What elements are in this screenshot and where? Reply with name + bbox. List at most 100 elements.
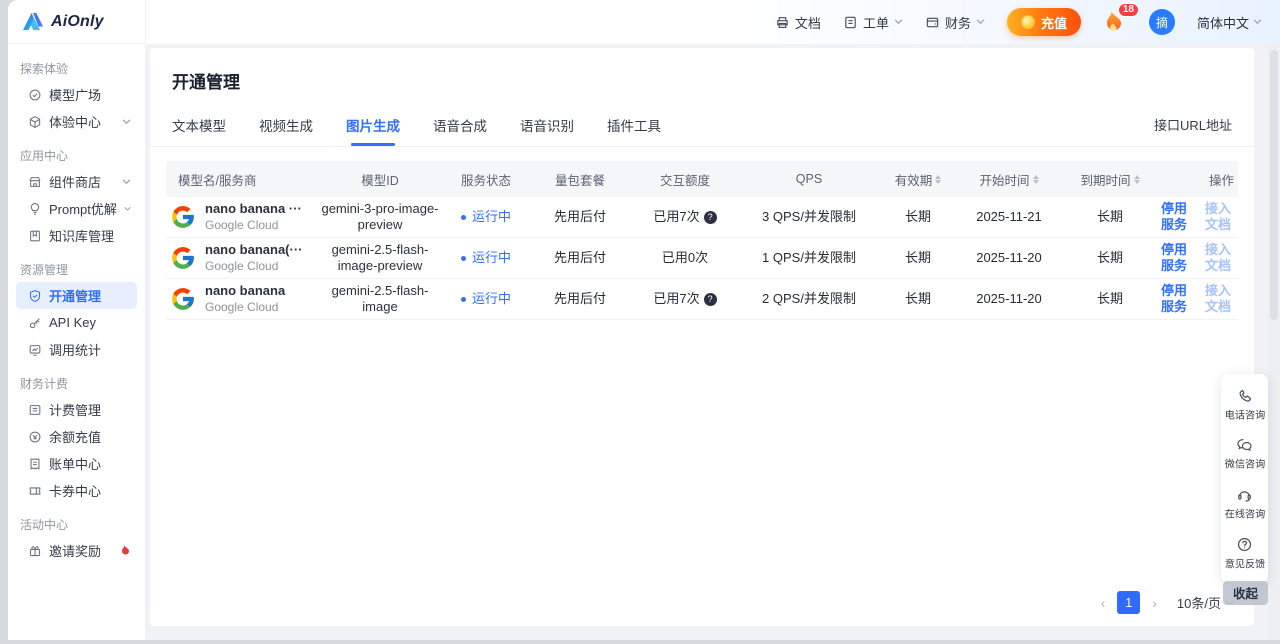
sidebar-item-experience-center[interactable]: 体验中心 xyxy=(16,108,137,135)
online-support-button[interactable]: 在线咨询 xyxy=(1221,479,1268,529)
table-header-row: 模型名/服务商 模型ID 服务状态 量包套餐 交互额度 QPS 有效期 开始时间… xyxy=(166,161,1238,197)
google-logo xyxy=(172,206,194,228)
tab-speech-recognition[interactable]: 语音识别 xyxy=(520,109,574,146)
nav-docs[interactable]: 文档 xyxy=(775,13,821,32)
model-provider: Google Cloud xyxy=(205,299,279,314)
quota-cell: 已用7次? xyxy=(632,209,738,225)
sort-icon[interactable] xyxy=(935,174,942,184)
stop-service-link[interactable]: 停用服务 xyxy=(1158,283,1190,316)
page-title: 开通管理 xyxy=(172,73,240,92)
access-doc-link[interactable]: 接入文档 xyxy=(1202,242,1234,275)
sidebar-item-activation-management[interactable]: 开通管理 xyxy=(16,282,137,309)
top-nav: 文档 工单 财务 充值 18 摘 简体中文 xyxy=(146,0,1280,44)
feedback-question-icon xyxy=(1237,537,1252,552)
wechat-support-button[interactable]: 微信咨询 xyxy=(1221,430,1268,479)
tab-text-model[interactable]: 文本模型 xyxy=(172,109,226,146)
tab-image-generation[interactable]: 图片生成 xyxy=(346,109,400,146)
model-id: gemini-2.5-flash-image xyxy=(331,282,429,314)
google-logo xyxy=(172,288,194,310)
plan-cell: 先用后付 xyxy=(553,208,606,224)
sidebar-section-activity: 活动中心 邀请奖励 xyxy=(16,510,137,564)
scrollbar-thumb[interactable] xyxy=(1270,50,1278,320)
model-provider: Google Cloud xyxy=(205,258,279,273)
status-dot xyxy=(460,296,466,302)
scrollbar[interactable] xyxy=(1268,44,1280,640)
sidebar-item-usage-stats[interactable]: 调用统计 xyxy=(16,336,137,363)
prev-page-button[interactable]: ‹ xyxy=(1099,595,1108,611)
coin-icon xyxy=(1020,15,1035,29)
content-card: 开通管理 文本模型 视频生成 图片生成 语音合成 语音识别 插件工具 接口URL… xyxy=(150,48,1254,626)
sidebar-section-billing: 财务计费 计费管理 余额充值 账单中心 卡券中心 xyxy=(16,369,137,504)
sidebar-item-model-plaza[interactable]: 模型广场 xyxy=(16,81,137,108)
tab-video-generation[interactable]: 视频生成 xyxy=(259,109,313,146)
tab-bar: 文本模型 视频生成 图片生成 语音合成 语音识别 插件工具 接口URL地址 xyxy=(150,109,1254,147)
chevron-down-icon xyxy=(124,206,131,211)
stats-icon xyxy=(29,344,41,356)
sidebar-item-component-store[interactable]: 组件商店 xyxy=(16,168,137,195)
key-icon xyxy=(29,317,40,328)
collapse-widget-button[interactable]: 收起 xyxy=(1222,581,1268,605)
support-widget: 电话咨询 微信咨询 在线咨询 意见反馈 xyxy=(1221,374,1268,583)
hot-flame-icon xyxy=(121,545,130,555)
sidebar-item-knowledge-base[interactable]: 知识库管理 xyxy=(16,222,137,249)
balance-recharge-icon xyxy=(29,431,41,442)
status-dot xyxy=(460,214,466,220)
app-window: AiOnly 文档 工单 财务 充值 18 摘 简体中文 探索体验 模型广场 体… xyxy=(8,0,1280,640)
tab-speech-synthesis[interactable]: 语音合成 xyxy=(433,109,487,146)
chevron-down-icon xyxy=(976,19,985,25)
language-selector[interactable]: 简体中文 xyxy=(1197,13,1262,32)
bulb-icon xyxy=(30,202,40,215)
header-validity[interactable]: 有效期 xyxy=(880,170,956,189)
validity-cell: 长期 xyxy=(904,290,931,306)
current-page-button[interactable]: 1 xyxy=(1117,591,1141,614)
activity-fire[interactable]: 18 xyxy=(1103,3,1139,35)
sidebar-item-prompt[interactable]: Prompt优解 xyxy=(16,195,137,222)
brand-logo[interactable]: AiOnly xyxy=(8,0,146,44)
plan-cell: 先用后付 xyxy=(553,290,606,306)
qps-cell: 1 QPS/并发限制 xyxy=(762,249,856,265)
model-provider: Google Cloud xyxy=(205,217,279,232)
sidebar-item-bill-center[interactable]: 账单中心 xyxy=(16,450,137,477)
main-layout: 探索体验 模型广场 体验中心 应用中心 组件商店 Prompt优解 知识库管理 … xyxy=(8,44,1280,640)
sidebar-item-api-key[interactable]: API Key xyxy=(16,309,137,336)
document-icon xyxy=(777,16,788,28)
stop-service-link[interactable]: 停用服务 xyxy=(1158,201,1190,234)
sort-icon[interactable] xyxy=(1032,174,1039,184)
header-expire-time[interactable]: 到期时间 xyxy=(1062,170,1158,189)
sidebar-item-billing-management[interactable]: 计费管理 xyxy=(16,396,137,423)
sort-icon[interactable] xyxy=(1133,174,1140,184)
info-tooltip-icon[interactable]: ? xyxy=(703,292,717,306)
access-doc-link[interactable]: 接入文档 xyxy=(1202,283,1234,316)
experience-center-icon xyxy=(29,115,41,128)
start-date-cell: 2025-11-21 xyxy=(976,208,1042,224)
sidebar-item-coupon-center[interactable]: 卡券中心 xyxy=(16,477,137,504)
expire-date-cell: 长期 xyxy=(1096,208,1123,224)
phone-support-button[interactable]: 电话咨询 xyxy=(1221,380,1268,430)
chevron-down-icon xyxy=(894,19,903,25)
next-page-button[interactable]: › xyxy=(1150,595,1159,611)
chevron-down-icon xyxy=(122,178,131,184)
info-tooltip-icon[interactable]: ? xyxy=(703,210,717,224)
stop-service-link[interactable]: 停用服务 xyxy=(1158,242,1190,275)
chevron-down-icon xyxy=(122,118,131,124)
sidebar-item-invite-reward[interactable]: 邀请奖励 xyxy=(16,537,137,564)
sidebar-section-apps: 应用中心 组件商店 Prompt优解 知识库管理 xyxy=(16,141,137,249)
status-dot xyxy=(460,255,466,261)
recharge-button[interactable]: 充值 xyxy=(1006,8,1081,36)
tab-plugin-tools[interactable]: 插件工具 xyxy=(607,109,661,146)
feedback-button[interactable]: 意见反馈 xyxy=(1221,529,1268,579)
header-start-time[interactable]: 开始时间 xyxy=(956,170,1062,189)
bill-center-icon xyxy=(30,458,40,470)
access-doc-link[interactable]: 接入文档 xyxy=(1202,201,1234,234)
user-avatar[interactable]: 摘 xyxy=(1148,9,1175,35)
nav-workorder[interactable]: 工单 xyxy=(843,13,903,32)
api-url-link[interactable]: 接口URL地址 xyxy=(1154,115,1232,140)
sidebar-item-balance-recharge[interactable]: 余额充值 xyxy=(16,423,137,450)
knowledge-base-icon xyxy=(30,230,40,241)
model-plaza-icon xyxy=(29,89,41,100)
nav-finance[interactable]: 财务 xyxy=(925,13,985,32)
qps-cell: 3 QPS/并发限制 xyxy=(762,208,856,224)
brand-name: AiOnly xyxy=(51,12,104,30)
chevron-down-icon xyxy=(1253,19,1262,25)
sidebar: 探索体验 模型广场 体验中心 应用中心 组件商店 Prompt优解 知识库管理 … xyxy=(8,44,146,640)
